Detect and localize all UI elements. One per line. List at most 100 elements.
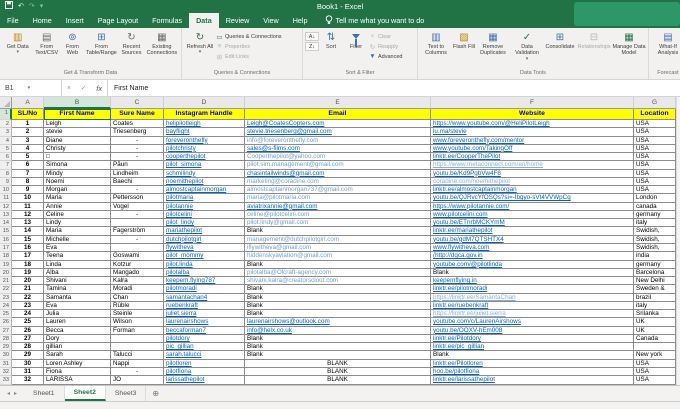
- row-header-15[interactable]: 15: [0, 227, 12, 236]
- row-header-28[interactable]: 28: [0, 334, 12, 344]
- cell-instagram-handle[interactable]: pilotloren: [164, 359, 245, 368]
- cell-instagram-handle[interactable]: larissathepilot: [164, 376, 245, 385]
- cell-website[interactable]: (http://dgca.gov.in: [431, 252, 634, 261]
- cell-website[interactable]: linktr.ee/Pilotloren: [431, 359, 634, 368]
- from-web-button[interactable]: ⊚ From Web: [60, 29, 85, 70]
- what-if-analysis-button[interactable]: ▤ What-If Analysis: [651, 29, 680, 70]
- row-header-3[interactable]: 3: [0, 128, 12, 137]
- cell-instagram-handle[interactable]: cooperthepilot: [164, 153, 245, 162]
- row-header-7[interactable]: 7: [0, 161, 12, 170]
- column-header-e[interactable]: E: [245, 97, 431, 109]
- cell-email[interactable]: info@foreveronthefly.com: [245, 136, 431, 145]
- cell-website[interactable]: https://linktr.ee/juliet.sierra: [431, 310, 634, 319]
- cell-website[interactable]: linktr.ee/mariathepilot: [431, 227, 634, 236]
- cell-website[interactable]: youtu.be/Kd9PgbVw4F8: [431, 169, 634, 178]
- column-header-g[interactable]: G: [634, 97, 676, 109]
- cell-instagram-handle[interactable]: foreveronthefly: [164, 136, 245, 145]
- queries-connections-button[interactable]: ▭ Queries & Connections: [216, 32, 300, 41]
- tell-me-box[interactable]: Tell me what you want to do: [315, 13, 424, 28]
- row-header-24[interactable]: 24: [0, 301, 12, 311]
- cell-email[interactable]: marketing@coradine.com: [245, 177, 431, 187]
- filter-button[interactable]: Filter: [343, 29, 369, 70]
- cell-email[interactable]: celine@pilotcelini.com: [245, 210, 431, 220]
- cell-website[interactable]: youtu.be/gdM7QTSHTX4: [431, 235, 634, 244]
- ribbon-tab-help[interactable]: Help: [286, 13, 315, 28]
- cell-instagram-handle[interactable]: bayflight: [164, 128, 245, 137]
- data-validation-button[interactable]: ✓ Data Validation ▾: [510, 29, 544, 70]
- row-header-27[interactable]: 27: [0, 326, 12, 335]
- row-header-32[interactable]: 32: [0, 367, 12, 377]
- cell-website[interactable]: lu.ma/stevie: [431, 128, 634, 137]
- row-header-18[interactable]: 18: [0, 252, 12, 261]
- column-header-c[interactable]: C: [111, 97, 164, 109]
- cell-website[interactable]: linktr.ee/pic_gillian: [431, 343, 634, 352]
- cell-instagram-handle[interactable]: pilotmoradi: [164, 285, 245, 294]
- cell-website[interactable]: youtube.com/@pilotlinda: [431, 260, 634, 269]
- recent-sources-button[interactable]: ↻ Recent Sources: [118, 29, 145, 70]
- row-header-19[interactable]: 19: [0, 260, 12, 269]
- remove-duplicates-button[interactable]: ▦ Remove Duplicates: [476, 29, 510, 70]
- row-header-25[interactable]: 25: [0, 310, 12, 319]
- manage-data-model-button[interactable]: ▦ Manage Data Model: [612, 29, 646, 70]
- insert-function-icon[interactable]: fx: [96, 84, 102, 93]
- cell-instagram-handle[interactable]: samantachan4: [164, 293, 245, 302]
- cell-instagram-handle[interactable]: noemithepilot: [164, 177, 245, 187]
- cell-instagram-handle[interactable]: pilotchristy: [164, 144, 245, 154]
- row-header-5[interactable]: 5: [0, 144, 12, 154]
- cell-email[interactable]: sales@s-films.com: [245, 144, 431, 154]
- new-sheet-button[interactable]: ⊕: [146, 386, 159, 401]
- ribbon-tab-page-layout[interactable]: Page Layout: [91, 13, 145, 28]
- cell-email[interactable]: stevie.triesenberg@gmail.com: [245, 128, 431, 137]
- row-header-8[interactable]: 8: [0, 169, 12, 178]
- sort-descending-button[interactable]: Z↓: [305, 42, 319, 51]
- cell-email[interactable]: iflywitheva@gmail.com: [245, 243, 431, 253]
- row-header-6[interactable]: 6: [0, 153, 12, 162]
- cell-website[interactable]: www.flywitheva.com: [431, 243, 634, 253]
- cell-instagram-handle[interactable]: helipilotleigh: [164, 120, 245, 129]
- select-all-corner[interactable]: [0, 97, 12, 109]
- cell-website[interactable]: linktr.ee/almostcaptainmorgan: [431, 186, 634, 195]
- cell-instagram-handle[interactable]: pilot_simona: [164, 161, 245, 170]
- existing-connections-button[interactable]: ▦ Existing Connections: [145, 29, 179, 70]
- cell-email[interactable]: Cooperthepilot@yahoo.com: [245, 153, 431, 162]
- refresh-all-button[interactable]: ↻ Refresh All ▾: [184, 29, 216, 70]
- text-to-columns-button[interactable]: ▥ Text to Columns: [420, 29, 452, 70]
- ribbon-tab-review[interactable]: Review: [219, 13, 257, 28]
- ribbon-tab-insert[interactable]: Insert: [59, 13, 91, 28]
- row-header-30[interactable]: 30: [0, 351, 12, 360]
- cancel-entry-icon[interactable]: ×: [67, 85, 71, 92]
- cell-email[interactable]: laurenairshows@outlook.com: [245, 318, 431, 327]
- cell-instagram-handle[interactable]: laurenairshows: [164, 318, 245, 327]
- cell-email[interactable]: info@helx.co.uk: [245, 326, 431, 335]
- cell-website[interactable]: https://www.youtube.com/@HeliPilotLeigh: [431, 120, 634, 129]
- from-text-csv-button[interactable]: ▤ From Text/CSV: [33, 29, 60, 70]
- cell-website[interactable]: youtu.be/ETnrbMCKYmM: [431, 219, 634, 228]
- cell-instagram-handle[interactable]: sarah.talucci: [164, 351, 245, 360]
- row-header-33[interactable]: 33: [0, 376, 12, 385]
- cell-website[interactable]: linktr.ee/larissathepilot: [431, 376, 634, 385]
- column-header-b[interactable]: B: [44, 97, 111, 109]
- cell-instagram-handle[interactable]: pilotfiona: [164, 367, 245, 377]
- sheet-tab-sheet2[interactable]: Sheet2: [64, 386, 106, 401]
- sheet-nav-left-icon[interactable]: ◂: [7, 390, 10, 397]
- cell-instagram-handle[interactable]: pilotdory: [164, 334, 245, 344]
- cell-website[interactable]: linktr.ee/ruebenkraft: [431, 301, 634, 311]
- cell-email[interactable]: pilot.sim.management@gmail.com: [245, 161, 431, 170]
- row-header-26[interactable]: 26: [0, 318, 12, 327]
- sheet-nav-right-icon[interactable]: ▸: [14, 390, 17, 397]
- row-header-23[interactable]: 23: [0, 293, 12, 302]
- cell-instagram-handle[interactable]: juliet.sierra: [164, 310, 245, 319]
- cell-instagram-handle[interactable]: mariathepilot: [164, 227, 245, 236]
- cell-website[interactable]: youtu.be/QJRvcYfOSQs?si=-Ibgyo-sVt4VVWpC…: [431, 194, 634, 203]
- cell-email[interactable]: aviatrixannie@gmail.com: [245, 202, 431, 211]
- row-header-22[interactable]: 22: [0, 285, 12, 294]
- row-header-14[interactable]: 14: [0, 219, 12, 228]
- sheet-tab-sheet1[interactable]: Sheet1: [24, 386, 65, 401]
- cell-instagram-handle[interactable]: beccaforman7: [164, 326, 245, 335]
- cell-email[interactable]: shivani.kalra@creatorsclout.com: [245, 277, 431, 286]
- cell-website[interactable]: https://www.metaconnect.com/en/home: [431, 161, 634, 170]
- get-data-button[interactable]: ▥ Get Data ▾: [2, 29, 33, 70]
- cell-instagram-handle[interactable]: pilot_mommy: [164, 252, 245, 261]
- sort-ascending-button[interactable]: A↓: [305, 32, 319, 41]
- confirm-entry-icon[interactable]: ✓: [81, 84, 87, 92]
